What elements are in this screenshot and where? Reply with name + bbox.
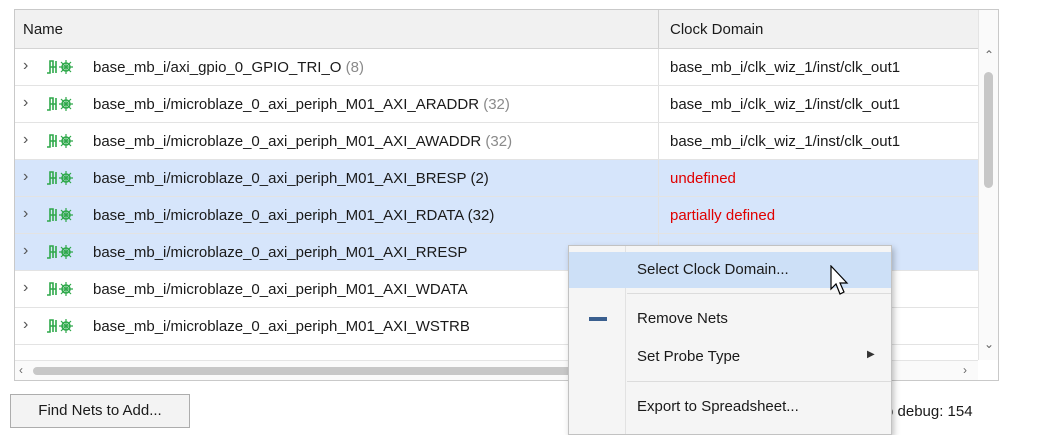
menu-item-label: Set Probe Type bbox=[637, 348, 741, 365]
signal-net-icon bbox=[47, 97, 73, 111]
net-name-text: base_mb_i/axi_gpio_0_GPIO_TRI_O bbox=[93, 59, 342, 76]
scroll-up-icon[interactable]: ⌃ bbox=[984, 48, 994, 62]
net-name-text: base_mb_i/microblaze_0_axi_periph_M01_AX… bbox=[93, 170, 467, 187]
signal-net-icon bbox=[47, 208, 73, 222]
net-name-text: base_mb_i/microblaze_0_axi_periph_M01_AX… bbox=[93, 318, 470, 335]
net-name: base_mb_i/microblaze_0_axi_periph_M01_AX… bbox=[93, 318, 470, 335]
scroll-right-icon[interactable]: › bbox=[963, 363, 967, 377]
clock-domain-cell: undefined bbox=[670, 170, 736, 187]
net-width: (8) bbox=[345, 59, 364, 76]
scroll-down-icon[interactable]: ⌄ bbox=[984, 337, 994, 351]
signal-net-icon bbox=[47, 60, 73, 74]
net-name-text: base_mb_i/microblaze_0_axi_periph_M01_AX… bbox=[93, 96, 480, 113]
signal-net-icon bbox=[47, 245, 73, 259]
signal-net-icon bbox=[47, 134, 73, 148]
net-name: base_mb_i/axi_gpio_0_GPIO_TRI_O (8) bbox=[93, 59, 364, 76]
minus-icon bbox=[589, 317, 607, 321]
net-name: base_mb_i/microblaze_0_axi_periph_M01_AX… bbox=[93, 244, 467, 261]
scroll-left-icon[interactable]: ‹ bbox=[19, 363, 23, 377]
menu-item-label: Remove Nets bbox=[637, 310, 728, 327]
table-row[interactable]: › base_mb_i/microblaze_0_axi_periph_M01_A… bbox=[15, 197, 978, 234]
column-divider[interactable] bbox=[658, 10, 659, 48]
table-row[interactable]: › base_mb_i/axi_gpio_0_GPIO_TRI_O (8) base… bbox=[15, 49, 978, 86]
expand-chevron-icon[interactable]: › bbox=[23, 94, 28, 112]
menu-item-export-to-spreadsheet[interactable]: Export to Spreadsheet... bbox=[569, 389, 891, 425]
nets-to-debug-count: o debug: 154 bbox=[885, 403, 973, 420]
column-divider bbox=[658, 123, 659, 159]
table-header: Name Clock Domain bbox=[15, 10, 998, 49]
column-divider bbox=[658, 197, 659, 233]
table-row[interactable]: › base_mb_i/microblaze_0_axi_periph_M01_A… bbox=[15, 160, 978, 197]
net-name-text: base_mb_i/microblaze_0_axi_periph_M01_AX… bbox=[93, 244, 468, 261]
menu-item-label: Export to Spreadsheet... bbox=[637, 398, 799, 415]
net-name-text: base_mb_i/microblaze_0_axi_periph_M01_AX… bbox=[93, 133, 482, 150]
net-name: base_mb_i/microblaze_0_axi_periph_M01_AX… bbox=[93, 96, 510, 113]
net-name: base_mb_i/microblaze_0_axi_periph_M01_AX… bbox=[93, 207, 494, 224]
signal-net-icon bbox=[47, 319, 73, 333]
column-divider bbox=[658, 86, 659, 122]
net-name: base_mb_i/microblaze_0_axi_periph_M01_AX… bbox=[93, 170, 489, 187]
clock-domain-cell: base_mb_i/clk_wiz_1/inst/clk_out1 bbox=[670, 59, 901, 76]
column-divider bbox=[658, 49, 659, 85]
expand-chevron-icon[interactable]: › bbox=[23, 205, 28, 223]
mouse-cursor-icon bbox=[830, 265, 849, 295]
expand-chevron-icon[interactable]: › bbox=[23, 168, 28, 186]
column-header-clock-domain[interactable]: Clock Domain bbox=[670, 21, 763, 38]
net-width: (32) bbox=[483, 96, 510, 113]
clock-domain-cell: base_mb_i/clk_wiz_1/inst/clk_out1 bbox=[670, 96, 901, 113]
table-row[interactable]: › base_mb_i/microblaze_0_axi_periph_M01_A… bbox=[15, 86, 978, 123]
table-row[interactable]: › base_mb_i/microblaze_0_axi_periph_M01_A… bbox=[15, 123, 978, 160]
net-name: base_mb_i/microblaze_0_axi_periph_M01_AX… bbox=[93, 133, 512, 150]
signal-net-icon bbox=[47, 282, 73, 296]
column-header-name[interactable]: Name bbox=[23, 21, 63, 38]
menu-divider bbox=[627, 381, 891, 382]
menu-item-set-probe-type[interactable]: Set Probe Type ▶ bbox=[569, 339, 891, 375]
expand-chevron-icon[interactable]: › bbox=[23, 242, 28, 260]
net-name-text: base_mb_i/microblaze_0_axi_periph_M01_AX… bbox=[93, 207, 464, 224]
column-divider bbox=[658, 160, 659, 196]
clock-domain-cell: base_mb_i/clk_wiz_1/inst/clk_out1 bbox=[670, 133, 901, 150]
net-width: (32) bbox=[467, 207, 495, 224]
signal-net-icon bbox=[47, 171, 73, 185]
find-nets-to-add-button[interactable]: Find Nets to Add... bbox=[10, 394, 190, 428]
vertical-scroll-thumb[interactable] bbox=[984, 72, 993, 188]
net-width: (32) bbox=[485, 133, 513, 150]
expand-chevron-icon[interactable]: › bbox=[23, 316, 28, 334]
vertical-scrollbar[interactable]: ⌃ ⌄ bbox=[978, 10, 998, 360]
expand-chevron-icon[interactable]: › bbox=[23, 279, 28, 297]
expand-chevron-icon[interactable]: › bbox=[23, 57, 28, 75]
horizontal-scroll-thumb[interactable] bbox=[33, 367, 593, 375]
clock-domain-cell: partially defined bbox=[670, 207, 776, 224]
net-width: (2) bbox=[470, 170, 489, 187]
menu-item-label: Select Clock Domain... bbox=[637, 261, 789, 278]
net-name: base_mb_i/microblaze_0_axi_periph_M01_AX… bbox=[93, 281, 468, 298]
expand-chevron-icon[interactable]: › bbox=[23, 131, 28, 149]
net-name-text: base_mb_i/microblaze_0_axi_periph_M01_AX… bbox=[93, 281, 468, 298]
submenu-arrow-icon: ▶ bbox=[867, 349, 875, 360]
menu-item-remove-nets[interactable]: Remove Nets bbox=[569, 301, 891, 337]
